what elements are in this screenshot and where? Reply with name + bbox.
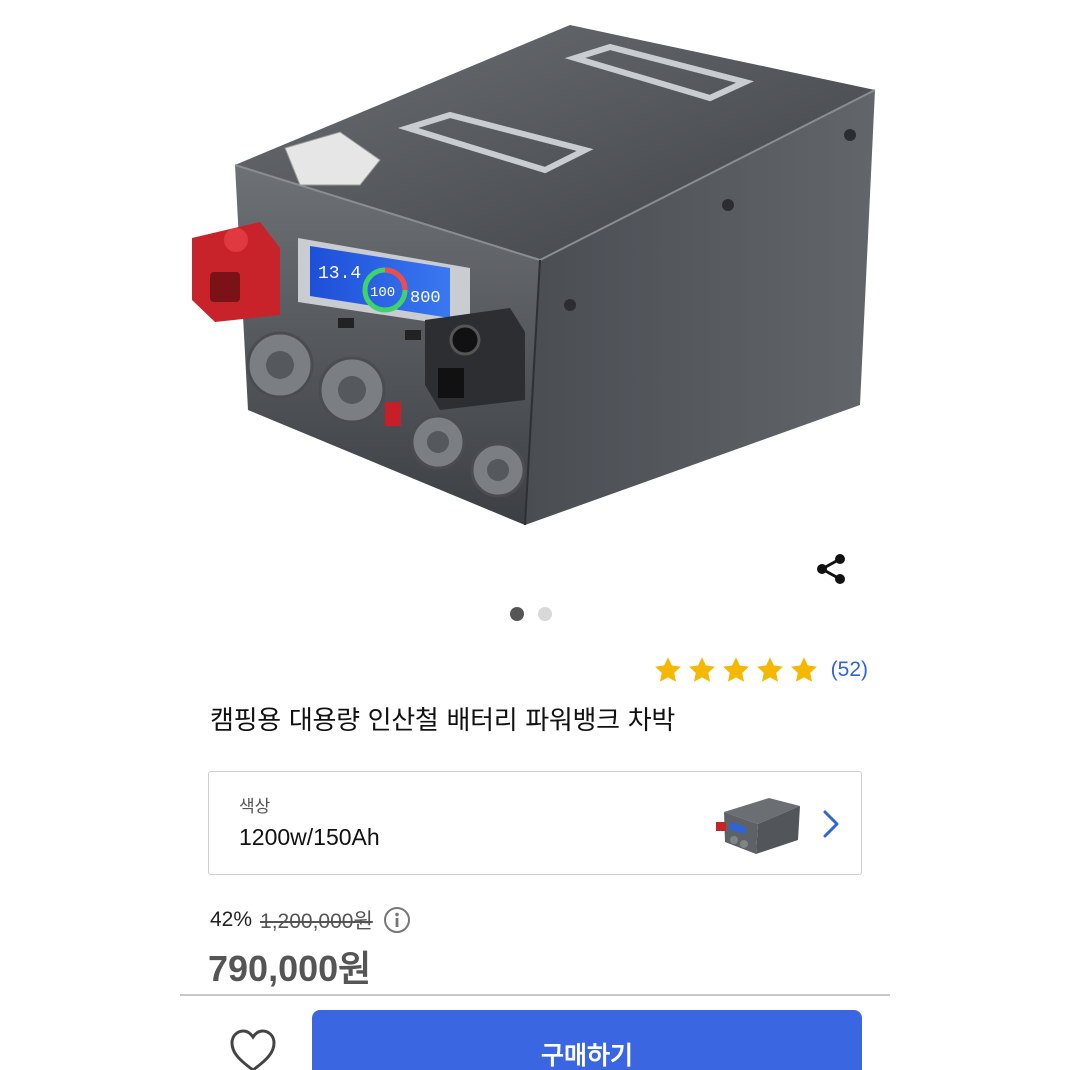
share-icon [817,554,845,584]
sale-price: 790,000원 [208,948,372,989]
star-icon [654,657,681,682]
star-icon [688,657,715,682]
gallery-pagination [510,607,552,621]
chevron-right-icon [823,810,839,838]
lcd-percent: 100 [370,285,395,301]
option-value: 1200w/150Ah [239,824,380,850]
product-image[interactable]: 13.4 100 800 [180,10,890,540]
original-price: 1,200,000원 [260,910,373,933]
star-icon [756,657,783,682]
product-title: 캠핑용 대용량 인산철 배터리 파워뱅크 차박 [210,706,675,736]
lcd-voltage: 13.4 [318,264,361,284]
option-label: 색상 [239,797,271,817]
option-thumbnail [716,798,800,854]
info-icon[interactable] [383,906,411,934]
like-button[interactable] [228,1028,278,1070]
discount-rate: 42% [210,908,253,931]
star-icon [722,657,749,682]
share-button[interactable] [808,546,854,592]
heart-outline-icon [230,1029,276,1070]
option-selector[interactable]: 색상 1200w/150Ah [208,771,862,875]
review-count[interactable]: (52) [831,658,868,682]
price-discount-row: 42% 1,200,000원 [210,905,411,935]
lcd-watts: 800 [410,289,441,308]
divider [180,994,890,996]
rating[interactable]: (52) [653,655,868,685]
star-icon [790,657,817,682]
buy-button[interactable]: 구매하기 [312,1010,862,1070]
gallery-dot-1[interactable] [510,607,524,621]
gallery-dot-2[interactable] [538,607,552,621]
